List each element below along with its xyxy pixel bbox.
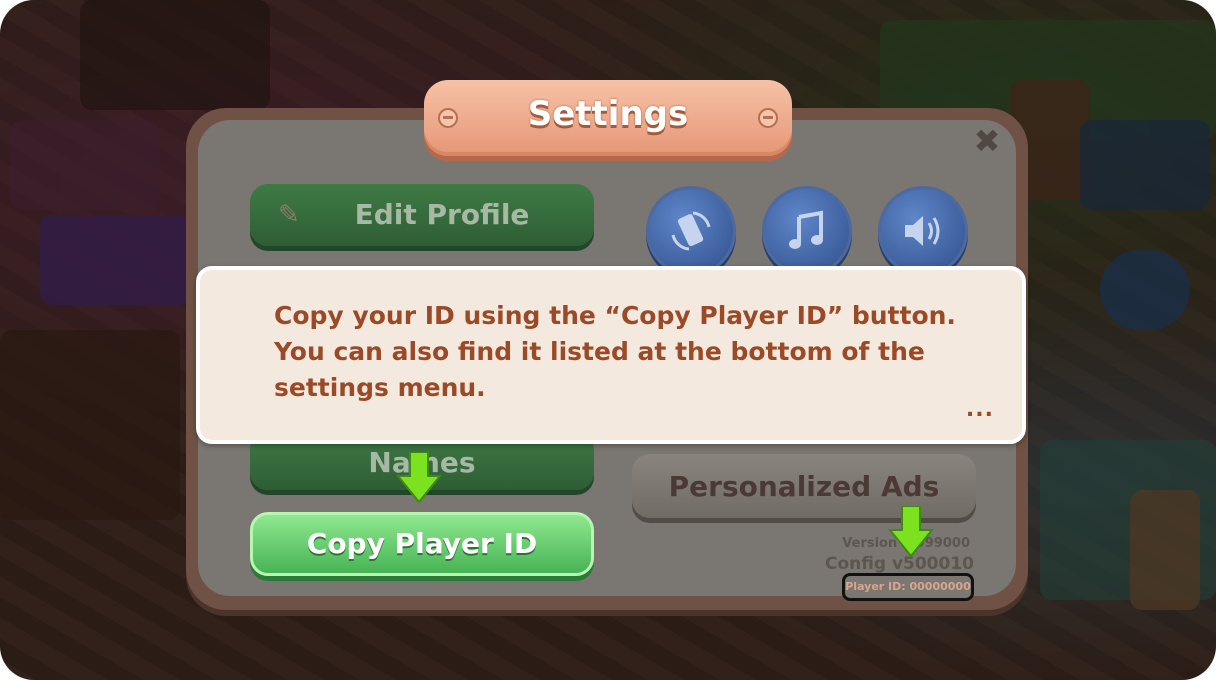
more-dots-icon[interactable]: ... — [966, 397, 994, 422]
music-note-icon — [789, 210, 823, 249]
close-button[interactable]: ✖ — [966, 120, 1008, 162]
speaker-icon — [905, 216, 940, 246]
pencil-icon: ✎ — [278, 200, 300, 230]
music-toggle-button[interactable] — [762, 186, 852, 276]
edit-profile-button[interactable]: ✎ Edit Profile — [250, 184, 594, 246]
down-arrow-icon — [888, 506, 934, 558]
config-text: Config v500010 — [825, 554, 974, 574]
edit-profile-label: Edit Profile — [354, 198, 530, 231]
help-tooltip: Copy your ID using the “Copy Player ID” … — [196, 266, 1026, 444]
settings-title: Settings — [527, 94, 689, 134]
tooltip-line-2: You can also find it listed at the botto… — [274, 337, 925, 366]
sound-toggle-button[interactable] — [878, 186, 968, 276]
tooltip-line-3: settings menu. — [274, 373, 486, 402]
settings-title-plate: Settings — [424, 80, 792, 156]
rotate-toggle-button[interactable] — [646, 186, 736, 276]
personalized-ads-label: Personalized Ads — [668, 470, 940, 503]
tooltip-line-1: Copy your ID using the “Copy Player ID” … — [274, 301, 956, 330]
tooltip-message: Copy your ID using the “Copy Player ID” … — [274, 298, 994, 406]
copy-player-id-label: Copy Player ID — [306, 527, 538, 560]
copy-player-id-button[interactable]: Copy Player ID — [250, 512, 594, 576]
down-arrow-icon — [396, 452, 442, 504]
version-text: Version 4.999000 — [842, 536, 970, 551]
rotate-phone-icon — [671, 211, 711, 251]
player-id-text: Player ID: 00000000 — [842, 573, 974, 601]
